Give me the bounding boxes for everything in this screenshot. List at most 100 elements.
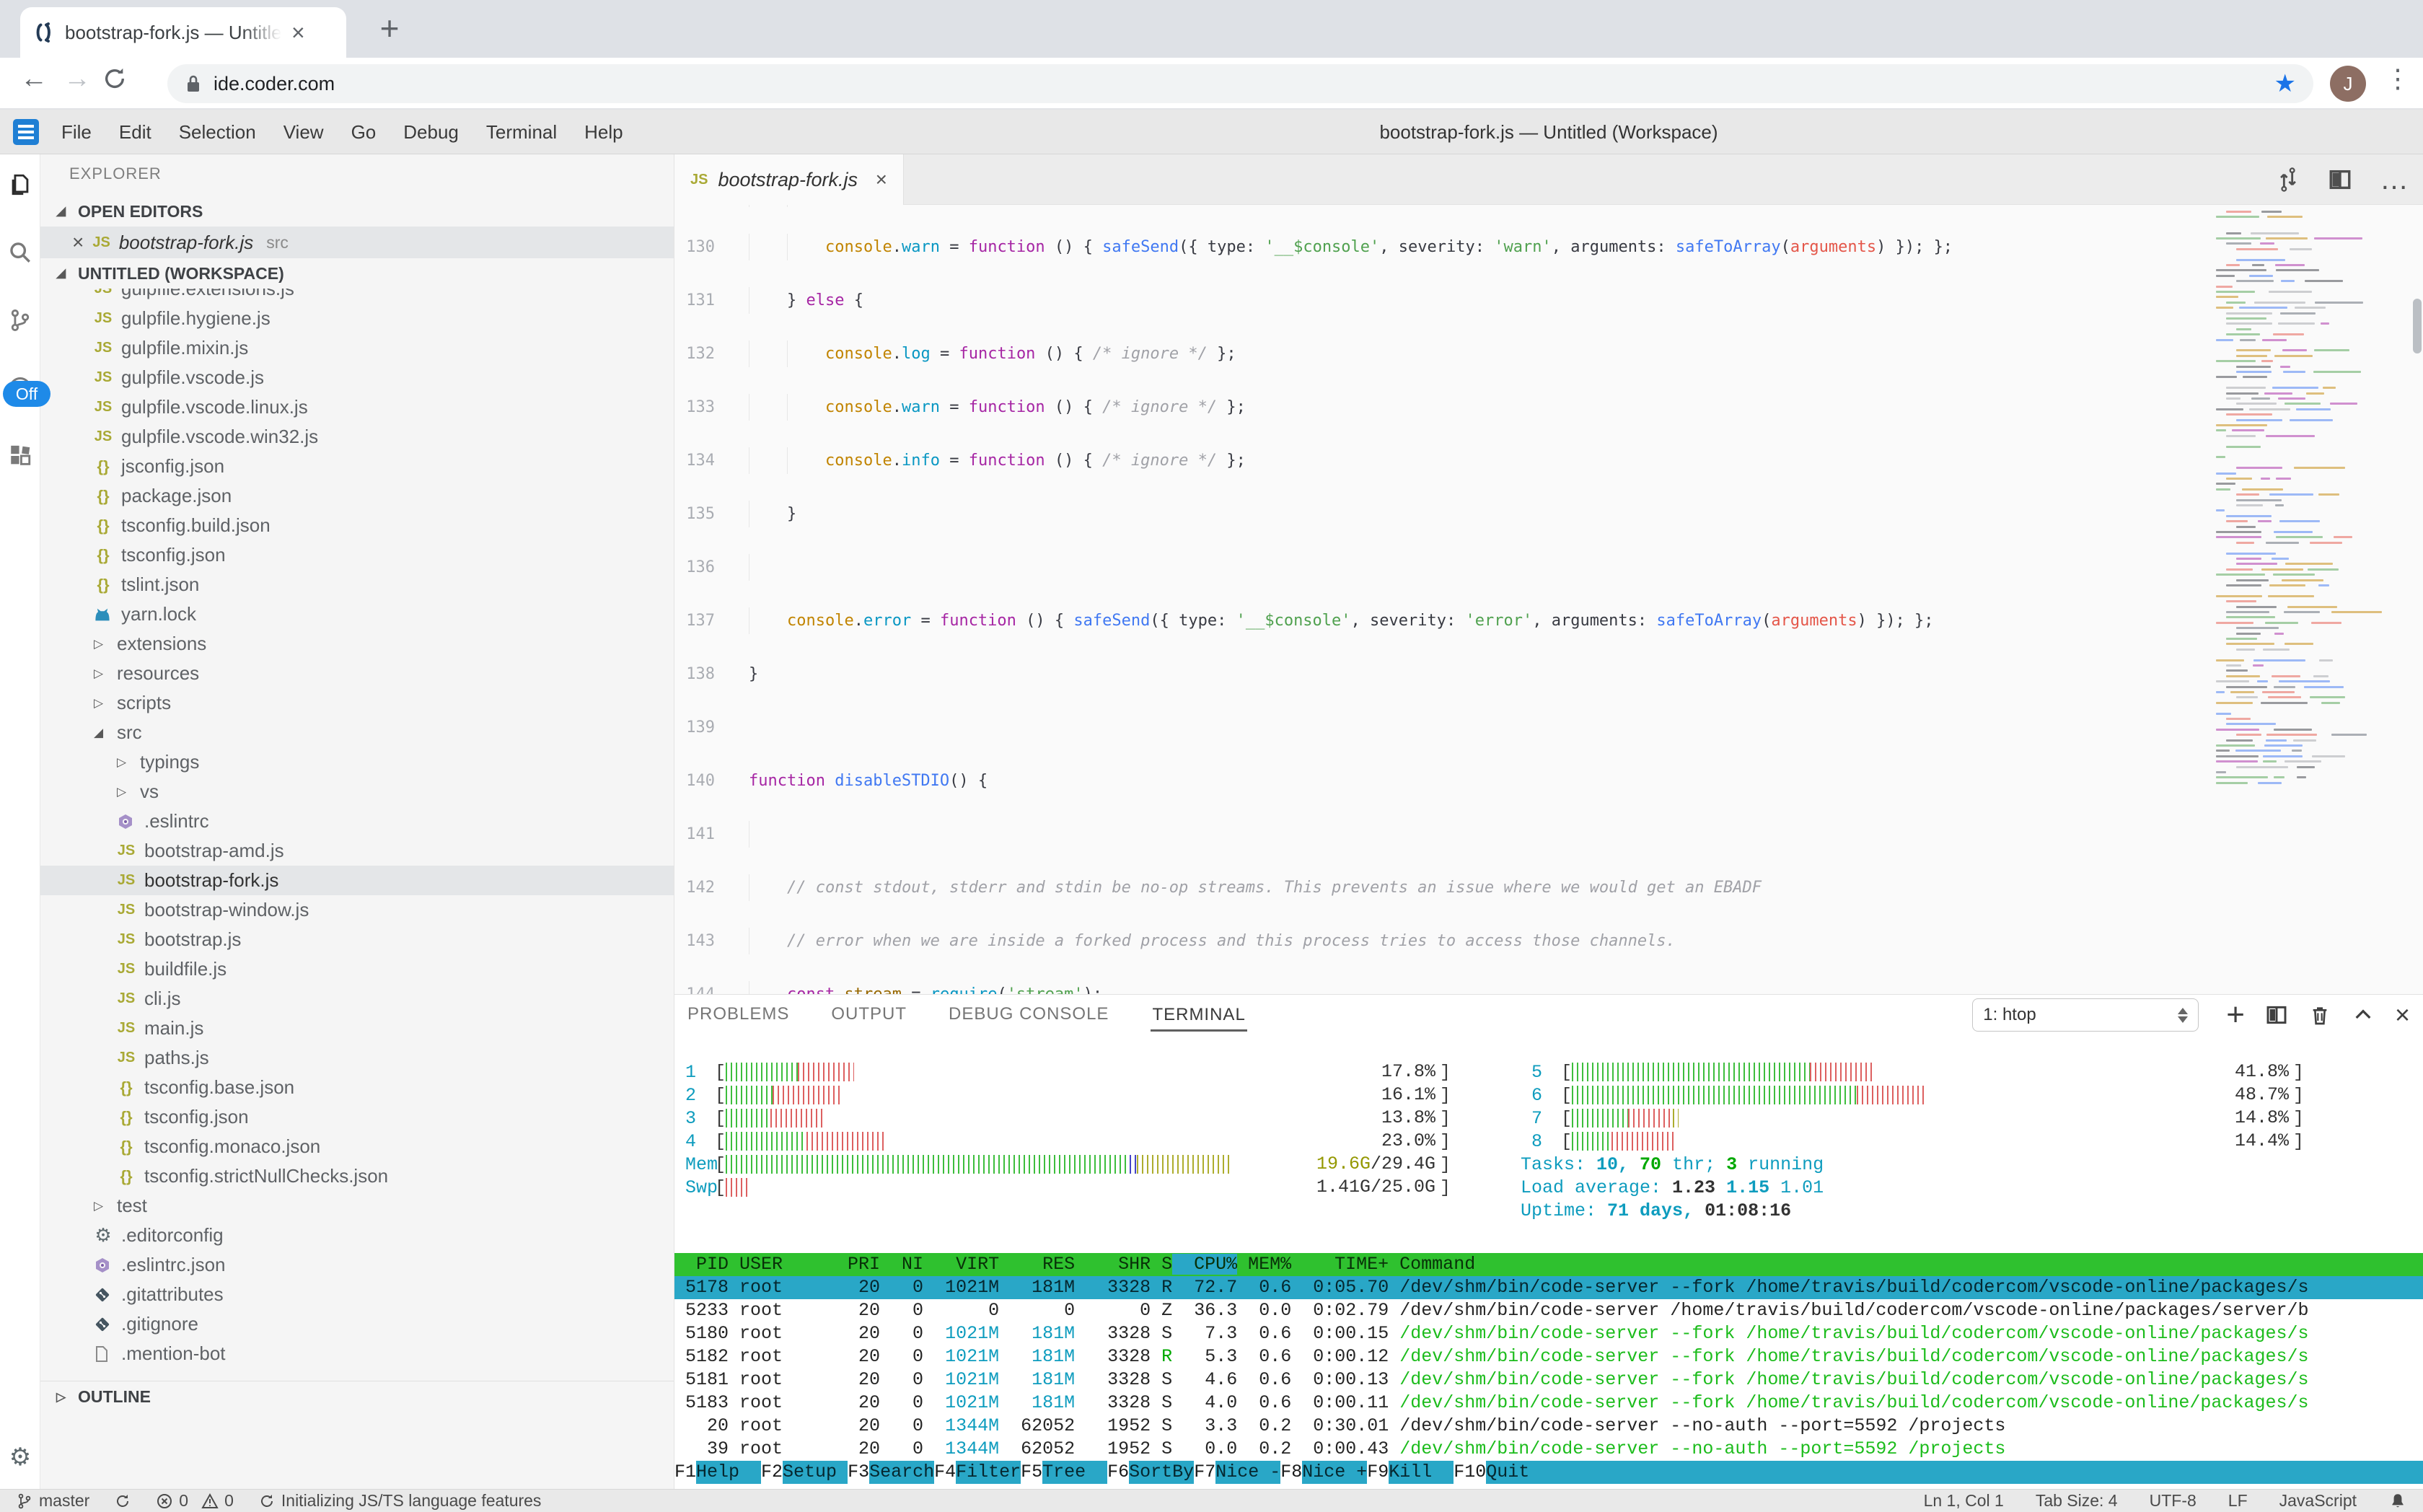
fkey-f10[interactable]: F10 [1454, 1461, 1486, 1484]
code-line[interactable]: 135} [674, 501, 2211, 527]
fkey-f9[interactable]: F9 [1367, 1461, 1389, 1484]
fkey-f4[interactable]: F4 [934, 1461, 956, 1484]
terminal[interactable]: 1[17.8%]2[16.1%]3[13.8%]4[23.0%]5[41.8%]… [674, 1034, 2423, 1487]
tree-item[interactable]: JSgulpfile.hygiene.js [40, 304, 674, 333]
tree-item[interactable]: JSbootstrap-amd.js [40, 836, 674, 866]
tree-item[interactable]: {}tsconfig.json [40, 1102, 674, 1132]
tree-item[interactable]: {}tsconfig.monaco.json [40, 1132, 674, 1161]
tree-item[interactable]: JSgulpfile.vscode.js [40, 363, 674, 392]
code-line[interactable]: 129console.log = function () { safeSend(… [674, 205, 2211, 207]
tree-item[interactable]: {}jsconfig.json [40, 452, 674, 481]
more-actions-icon[interactable]: … [2380, 172, 2409, 187]
bookmark-star-icon[interactable]: ★ [2274, 69, 2296, 98]
tree-item[interactable]: ▷vs [40, 777, 674, 806]
tree-item[interactable]: {}tsconfig.build.json [40, 511, 674, 540]
outline-header[interactable]: ▷ OUTLINE [40, 1381, 674, 1412]
tree-item[interactable]: ▷scripts [40, 688, 674, 718]
close-panel-icon[interactable]: × [2395, 1000, 2410, 1030]
tree-item[interactable]: JScli.js [40, 984, 674, 1014]
tree-item[interactable]: ⚙.editorconfig [40, 1221, 674, 1250]
code-line[interactable]: 136 [674, 554, 2211, 581]
code-line[interactable]: 130console.warn = function () { safeSend… [674, 234, 2211, 260]
editor-tab[interactable]: JS bootstrap-fork.js × [674, 154, 904, 205]
tab-close-icon[interactable]: × [876, 168, 887, 191]
tree-item[interactable]: .gitattributes [40, 1280, 674, 1309]
tree-item[interactable]: {}package.json [40, 481, 674, 511]
code-editor[interactable]: 129console.log = function () { safeSend(… [674, 205, 2423, 994]
tree-item[interactable]: .gitignore [40, 1309, 674, 1339]
fkey-f7[interactable]: F7 [1194, 1461, 1215, 1484]
menu-item-selection[interactable]: Selection [165, 121, 270, 144]
explorer-icon[interactable] [6, 170, 35, 199]
code-line[interactable]: 143// error when we are inside a forked … [674, 928, 2211, 954]
status-javascript[interactable]: JavaScript [2279, 1491, 2357, 1511]
fkey-f2[interactable]: F2 [761, 1461, 783, 1484]
code-line[interactable]: 134console.info = function () { /* ignor… [674, 447, 2211, 474]
browser-tab[interactable]: bootstrap-fork.js — Untitled (W × [20, 7, 346, 58]
fkey-f3[interactable]: F3 [848, 1461, 869, 1484]
tree-item[interactable]: .eslintrc.json [40, 1250, 674, 1280]
menu-item-debug[interactable]: Debug [390, 121, 472, 144]
avatar[interactable]: J [2330, 66, 2366, 102]
code-line[interactable]: 138} [674, 661, 2211, 687]
tree-item[interactable]: JSpaths.js [40, 1043, 674, 1073]
kill-terminal-icon[interactable] [2308, 1003, 2331, 1027]
reload-button[interactable] [102, 66, 138, 91]
url-bar[interactable]: ide.coder.com ★ [167, 64, 2313, 103]
code-line[interactable]: 133console.warn = function () { /* ignor… [674, 394, 2211, 421]
tree-item[interactable]: JSbuildfile.js [40, 954, 674, 984]
tree-item[interactable]: ▷typings [40, 747, 674, 777]
tree-item[interactable]: JSbootstrap-fork.js [40, 866, 674, 895]
extensions-icon[interactable] [6, 441, 35, 470]
code-line[interactable]: 142// const stdout, stderr and stdin be … [674, 874, 2211, 901]
status-ln-1-col-1[interactable]: Ln 1, Col 1 [1924, 1491, 2004, 1511]
status-tab-size-4[interactable]: Tab Size: 4 [2036, 1491, 2118, 1511]
code-line[interactable]: 131} else { [674, 287, 2211, 314]
tree-item[interactable]: JSgulpfile.vscode.win32.js [40, 422, 674, 452]
source-control-icon[interactable] [6, 306, 35, 335]
tree-item[interactable]: {}tsconfig.base.json [40, 1073, 674, 1102]
tree-item[interactable]: JSgulpfile.mixin.js [40, 333, 674, 363]
menu-item-view[interactable]: View [270, 121, 338, 144]
panel-tab-problems[interactable]: PROBLEMS [687, 1004, 789, 1024]
fkey-f1[interactable]: F1 [674, 1461, 696, 1484]
tree-item[interactable]: JSbootstrap-window.js [40, 895, 674, 925]
close-icon[interactable]: × [72, 231, 84, 254]
open-editors-header[interactable]: ◢ OPEN EDITORS [40, 196, 674, 227]
tree-item[interactable]: JSgulpfile.vscode.linux.js [40, 392, 674, 422]
code-line[interactable]: 140function disableSTDIO() { [674, 768, 2211, 794]
maximize-panel-icon[interactable] [2352, 1003, 2375, 1027]
tree-item[interactable]: yarn.lock [40, 599, 674, 629]
panel-tab-terminal[interactable]: TERMINAL [1151, 998, 1246, 1032]
minimap[interactable] [2213, 211, 2357, 802]
menu-item-help[interactable]: Help [571, 121, 636, 144]
tree-item[interactable]: ▷extensions [40, 629, 674, 659]
code-line[interactable]: 144const stream = require('stream'); [674, 981, 2211, 994]
browser-menu-icon[interactable]: ⋮ [2385, 63, 2411, 94]
code-line[interactable]: 141 [674, 821, 2211, 848]
menu-item-file[interactable]: File [48, 121, 105, 144]
panel-tab-output[interactable]: OUTPUT [831, 1004, 907, 1024]
tree-item[interactable]: JSmain.js [40, 1014, 674, 1043]
panel-tab-debug-console[interactable]: DEBUG CONSOLE [949, 1004, 1109, 1024]
open-editor-item[interactable]: × JS bootstrap-fork.js src [40, 227, 674, 258]
offline-badge[interactable]: Off [3, 381, 50, 407]
code-line[interactable]: 132console.log = function () { /* ignore… [674, 340, 2211, 367]
open-changes-icon[interactable] [2276, 167, 2300, 192]
fkey-f5[interactable]: F5 [1021, 1461, 1042, 1484]
status-utf-8[interactable]: UTF-8 [2150, 1491, 2196, 1511]
tree-item[interactable]: JSgulpfile.extensions.js [40, 289, 674, 304]
search-icon[interactable] [6, 238, 35, 267]
tree-item[interactable]: ▷test [40, 1191, 674, 1221]
tree-item[interactable]: JSbootstrap.js [40, 925, 674, 954]
code-line[interactable]: 139 [674, 714, 2211, 741]
menu-item-go[interactable]: Go [338, 121, 390, 144]
tree-item[interactable]: ◢src [40, 718, 674, 747]
fkey-f6[interactable]: F6 [1107, 1461, 1129, 1484]
sync-item[interactable] [114, 1493, 131, 1510]
tree-item[interactable]: {}tslint.json [40, 570, 674, 599]
split-terminal-icon[interactable] [2265, 1003, 2288, 1027]
problems-item[interactable]: 0 0 [156, 1491, 234, 1511]
terminal-picker[interactable]: 1: htop [1972, 998, 2199, 1032]
language-status-item[interactable]: Initializing JS/TS language features [258, 1491, 542, 1511]
